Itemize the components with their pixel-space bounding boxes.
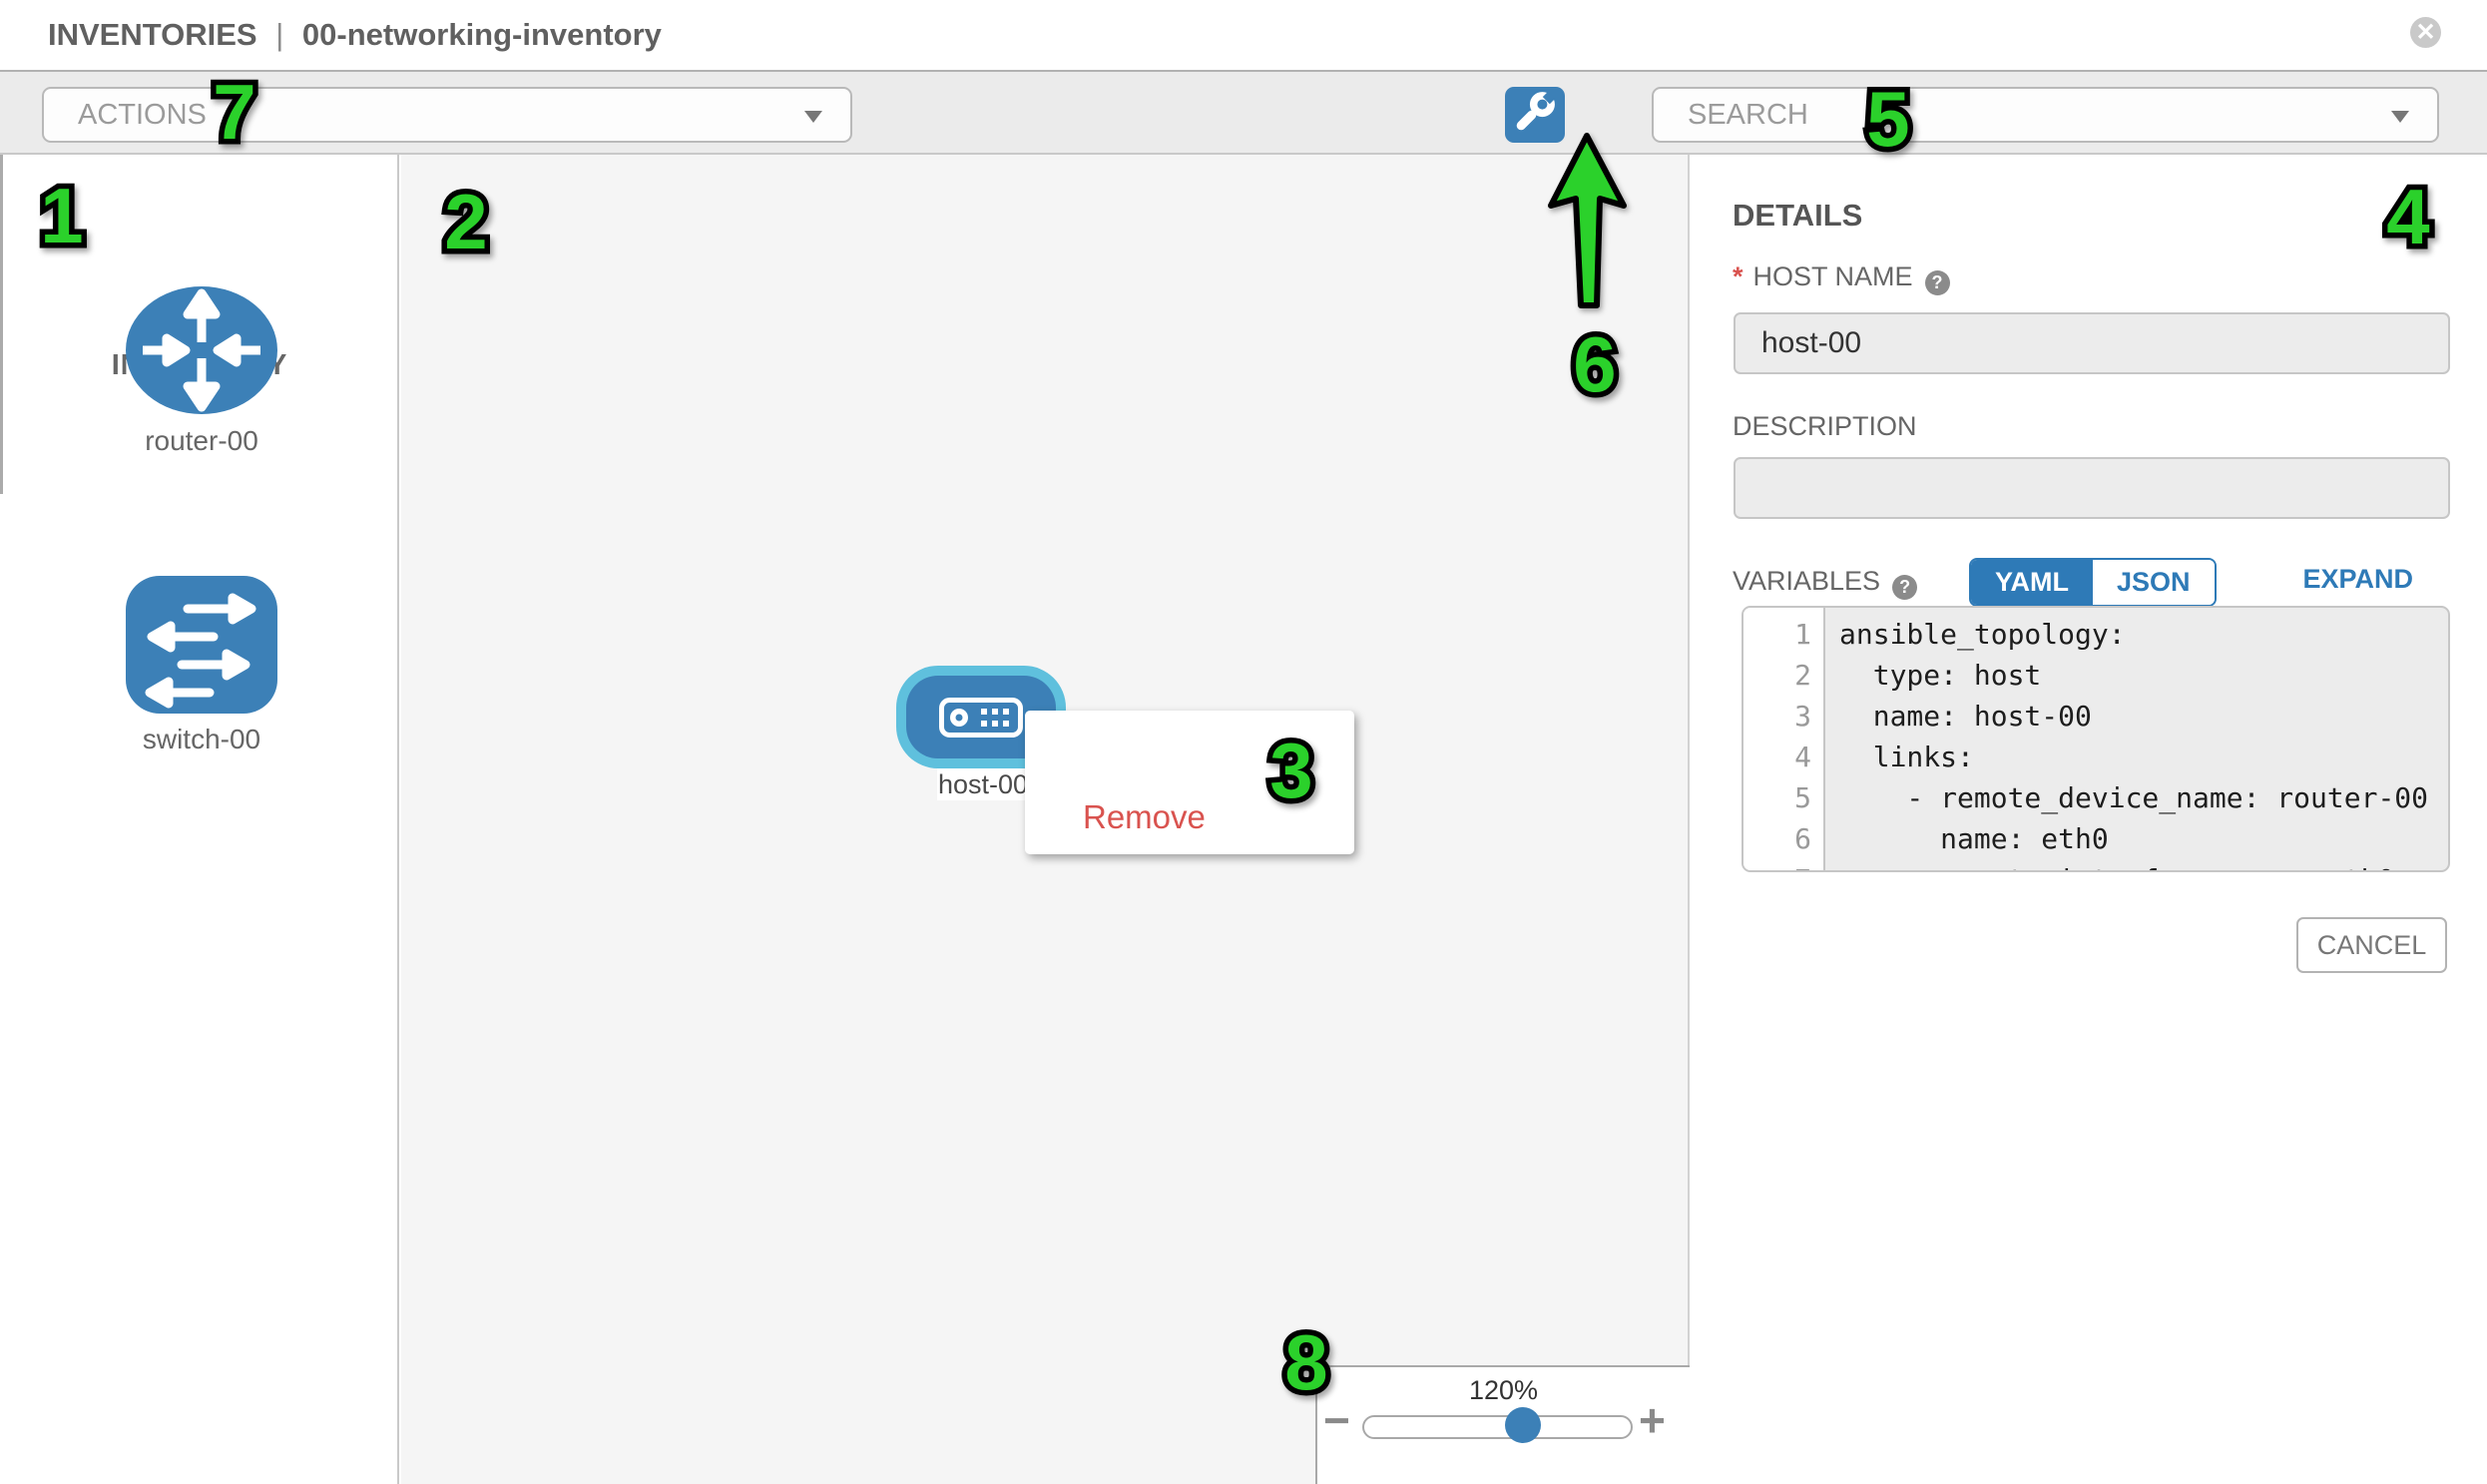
toolbar: ACTIONS SEARCH [0, 72, 2487, 155]
code-line: - remote_device_name: router-00 [1839, 777, 2448, 818]
sidebar-item-label: router-00 [52, 425, 351, 457]
zoom-control: 120% − + [1315, 1365, 1690, 1484]
page-title: INVENTORIES | 00-networking-inventory [48, 0, 662, 70]
close-button[interactable]: ✕ [2410, 17, 2441, 48]
description-input[interactable] [1734, 457, 2450, 519]
actions-dropdown-label: ACTIONS [78, 89, 207, 141]
zoom-slider-thumb[interactable] [1505, 1407, 1541, 1443]
line-number: 6 [1743, 818, 1823, 859]
host-name-label: HOST NAME [1753, 261, 1913, 291]
code-line: name: host-00 [1839, 696, 2448, 737]
search-placeholder: SEARCH [1688, 89, 1808, 141]
host-node-label: host-00 [937, 768, 1029, 800]
code-line: remote_interface_name: eth0 [1839, 859, 2448, 872]
breadcrumb-separator: | [275, 17, 283, 52]
details-panel: DETAILS * HOST NAME? DESCRIPTION VARIABLE… [1692, 155, 2487, 1484]
code-line: type: host [1839, 655, 2448, 696]
code-line: name: eth0 [1839, 818, 2448, 859]
breadcrumb-section: INVENTORIES [48, 17, 257, 52]
format-toggle: YAML JSON [1969, 558, 2217, 607]
wrench-icon [1507, 88, 1563, 140]
chevron-down-icon [2391, 111, 2409, 123]
line-number: 4 [1743, 737, 1823, 777]
tab-json[interactable]: JSON [2093, 560, 2215, 605]
description-field-label: DESCRIPTION [1733, 411, 1917, 442]
server-icon [939, 698, 1023, 738]
details-panel-title: DETAILS [1733, 198, 1862, 234]
help-icon[interactable]: ? [1925, 270, 1950, 295]
tools-button[interactable] [1505, 87, 1565, 143]
close-icon: ✕ [2415, 19, 2435, 46]
breadcrumb-item: 00-networking-inventory [302, 17, 662, 52]
variables-label: VARIABLES [1733, 566, 1880, 596]
switch-icon [126, 576, 277, 714]
line-number: 1 [1743, 614, 1823, 655]
line-number: 2 [1743, 655, 1823, 696]
tab-yaml[interactable]: YAML [1971, 560, 2093, 605]
required-marker: * [1733, 261, 1743, 291]
help-icon[interactable]: ? [1892, 575, 1917, 600]
context-menu-item-remove[interactable]: Remove [1083, 798, 1206, 836]
variables-code-editor[interactable]: 1 2 3 4 5 6 7 ansible_topology: type: ho… [1741, 606, 2450, 872]
variables-row: VARIABLES? YAML JSON EXPAND [1733, 558, 2451, 608]
sidebar-item-label: switch-00 [52, 724, 351, 755]
zoom-level-label: 120% [1317, 1375, 1690, 1406]
inventory-topology-screen: INVENTORIES | 00-networking-inventory ✕ … [0, 0, 2487, 1484]
zoom-slider-track[interactable] [1362, 1415, 1633, 1439]
context-menu: Details Remove [1025, 711, 1354, 854]
expand-link[interactable]: EXPAND [2302, 564, 2413, 595]
chevron-down-icon [804, 111, 822, 123]
search-dropdown[interactable]: SEARCH [1652, 87, 2439, 143]
sidebar-item-router[interactable]: router-00 [126, 285, 277, 420]
sidebar-item-switch[interactable]: switch-00 [126, 576, 277, 719]
description-label: DESCRIPTION [1733, 411, 1917, 441]
sidebar-scrollbar[interactable] [0, 155, 3, 494]
zoom-out-button[interactable]: − [1323, 1397, 1350, 1443]
code-line: links: [1839, 737, 2448, 777]
page-header: INVENTORIES | 00-networking-inventory ✕ [0, 0, 2487, 72]
code-line: ansible_topology: [1839, 614, 2448, 655]
host-name-field-label: * HOST NAME? [1733, 261, 1950, 295]
editor-code: ansible_topology: type: host name: host-… [1839, 608, 2448, 872]
line-number: 5 [1743, 777, 1823, 818]
host-name-input[interactable] [1734, 312, 2450, 374]
line-number: 3 [1743, 696, 1823, 737]
router-icon [126, 285, 277, 415]
line-number: 7 [1743, 859, 1823, 872]
editor-gutter: 1 2 3 4 5 6 7 [1743, 608, 1825, 870]
actions-dropdown[interactable]: ACTIONS [42, 87, 852, 143]
zoom-in-button[interactable]: + [1639, 1397, 1666, 1443]
cancel-button[interactable]: CANCEL [2296, 917, 2447, 973]
